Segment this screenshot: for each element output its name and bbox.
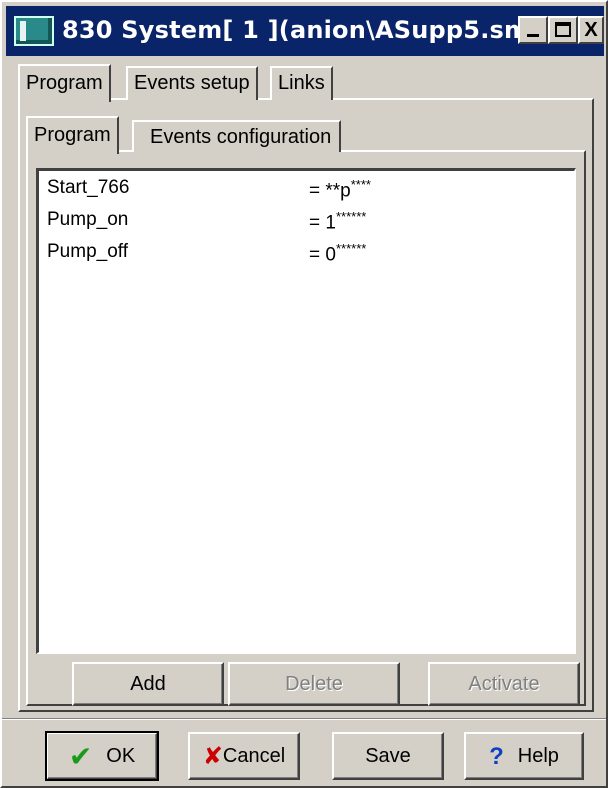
help-button[interactable]: ? Help xyxy=(464,732,584,780)
program-name: Pump_on xyxy=(47,209,129,230)
application-icon[interactable] xyxy=(14,16,54,46)
program-value-main: = 1 xyxy=(309,212,336,234)
minimize-icon xyxy=(527,34,539,37)
tab-links[interactable]: Links xyxy=(270,66,333,100)
x-icon: ✘ xyxy=(202,742,223,770)
tab-program-label: Program xyxy=(26,72,103,94)
title-bar[interactable]: 830 System[ 1 ](anion\ASupp5.smt) X xyxy=(6,6,604,56)
ok-label: OK xyxy=(106,745,136,767)
delete-button[interactable]: Delete xyxy=(228,662,400,706)
program-value-suffix: ****** xyxy=(335,241,367,256)
cancel-label: Cancel xyxy=(222,745,286,767)
program-value: = 1****** xyxy=(309,209,366,234)
program-value: = **p**** xyxy=(309,177,371,202)
tab-events-configuration-label: Events configuration xyxy=(150,126,332,148)
program-value: = 0****** xyxy=(309,241,366,266)
tab-events-configuration[interactable]: Events configuration xyxy=(132,120,342,152)
close-icon: X xyxy=(584,19,598,41)
tab-links-label: Links xyxy=(278,72,325,94)
minimize-button[interactable] xyxy=(518,16,548,44)
tab-inner-program[interactable]: Program xyxy=(26,116,119,154)
program-list[interactable]: Start_766 = **p**** Pump_on = 1****** Pu… xyxy=(36,168,576,654)
program-value-main: = **p xyxy=(309,180,351,202)
program-name: Start_766 xyxy=(47,177,130,198)
close-button[interactable]: X xyxy=(578,16,604,44)
help-label: Help xyxy=(517,745,559,767)
window-title: 830 System[ 1 ](anion\ASupp5.smt) xyxy=(62,16,553,44)
maximize-icon xyxy=(555,22,571,37)
program-value-main: = 0 xyxy=(309,244,336,266)
ok-button[interactable]: ✔ OK xyxy=(45,731,159,781)
program-name: Pump_off xyxy=(47,241,128,262)
program-value-suffix: ****** xyxy=(335,209,367,224)
program-value-suffix: **** xyxy=(350,177,371,192)
question-icon: ? xyxy=(489,742,504,770)
tab-events-setup-label: Events setup xyxy=(134,72,250,94)
tab-program[interactable]: Program xyxy=(18,64,111,102)
checkmark-icon: ✔ xyxy=(68,740,93,772)
separator xyxy=(2,718,606,720)
tab-inner-program-label: Program xyxy=(34,124,111,146)
maximize-button[interactable] xyxy=(548,16,578,44)
add-button[interactable]: Add xyxy=(72,662,224,706)
main-window: 830 System[ 1 ](anion\ASupp5.smt) X Prog… xyxy=(0,0,608,788)
cancel-button[interactable]: ✘Cancel xyxy=(188,732,300,780)
save-button[interactable]: Save xyxy=(332,732,444,780)
tab-events-setup[interactable]: Events setup xyxy=(126,66,258,100)
activate-button[interactable]: Activate xyxy=(428,662,580,706)
